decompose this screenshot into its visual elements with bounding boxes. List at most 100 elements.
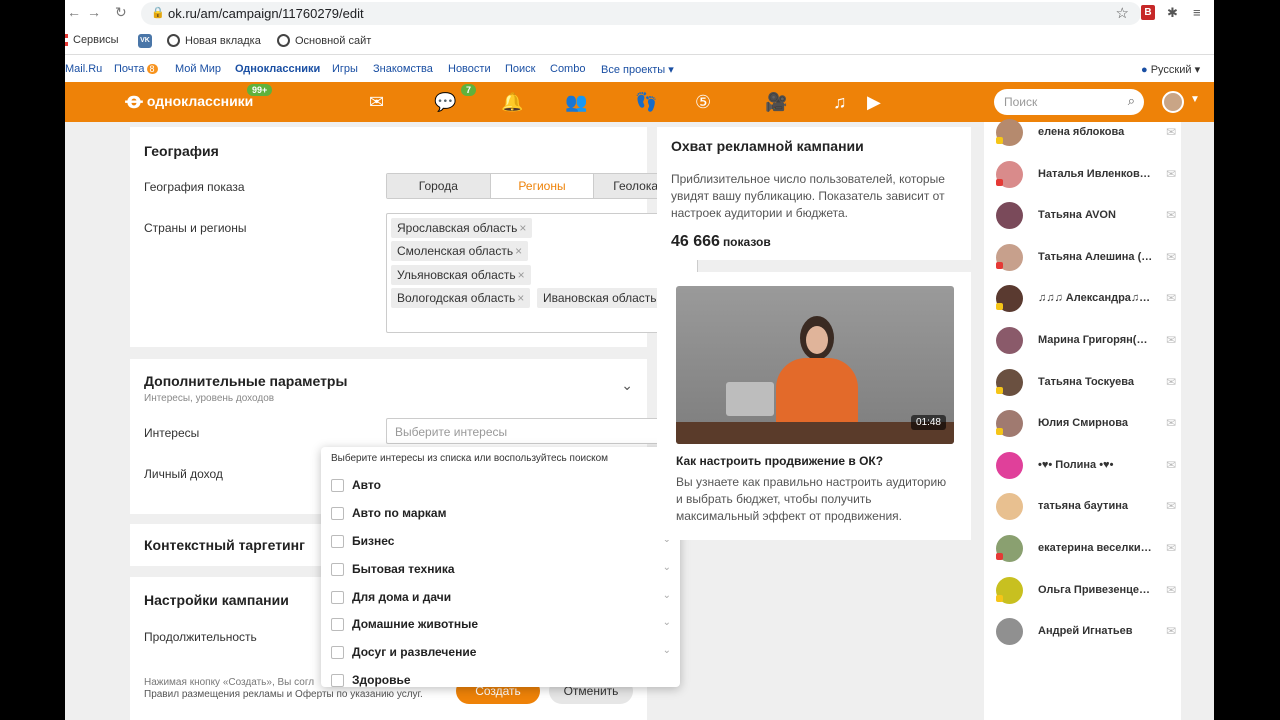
envelope-icon[interactable]: ✉ [1166,416,1176,430]
checkbox[interactable] [331,534,344,548]
back-icon[interactable]: ← [67,4,81,20]
checkbox[interactable] [331,673,344,687]
regions-select[interactable]: Ярославская область × Смоленская область ×… [386,213,698,333]
tutorial-video[interactable]: 01:48 [676,286,954,444]
envelope-icon[interactable]: ✉ [1166,375,1176,389]
portal-link-combo[interactable]: Combo [550,63,585,75]
friend-item[interactable]: Татьяна Алешина (Скворцова) ✉ [996,242,1176,272]
collapse-chevron-icon[interactable]: ⌄ [621,377,633,394]
discussions-icon[interactable]: 💬 [434,92,456,112]
chevron-down-icon[interactable]: ⌄ [663,590,671,601]
envelope-icon[interactable]: ✉ [1166,499,1176,513]
checkbox[interactable] [331,478,344,492]
bell-icon[interactable]: 🔔 [501,92,523,112]
portal-link-search[interactable]: Поиск [505,63,535,75]
chevron-down-icon[interactable]: ▼ [1190,94,1200,105]
portal-link-mail[interactable]: Почта 8 [114,63,158,75]
friend-name[interactable]: елена яблокова [1038,126,1153,138]
checkbox[interactable] [331,590,344,604]
friend-avatar[interactable] [996,327,1023,354]
friend-item[interactable]: ♫♫♫ Александра♫♫♫ ✉ [996,283,1176,313]
friend-name[interactable]: Марина Григорян(Алексанян) [1038,334,1153,346]
friend-name[interactable]: татьяна баутина [1038,500,1153,512]
bookmark-vk[interactable]: VK [138,34,152,48]
friend-name[interactable]: Татьяна Тоскуева [1038,376,1153,388]
search-icon[interactable]: ⌕ [1128,93,1135,109]
portal-link-my-world[interactable]: Мой Мир [175,63,221,75]
portal-link-news[interactable]: Новости [448,63,491,75]
friend-name[interactable]: Татьяна Алешина (Скворцова) [1038,251,1153,263]
interest-option[interactable]: Бизнес⌄ [331,531,671,551]
checkbox[interactable] [331,645,344,659]
address-bar[interactable]: 🔒 ok.ru/am/campaign/11760279/edit ☆ [141,2,1141,25]
friend-name[interactable]: Андрей Игнатьев [1038,625,1153,637]
portal-link-dating[interactable]: Знакомства [373,63,433,75]
friend-item[interactable]: Татьяна AVON ✉ [996,200,1176,230]
extension-b-icon[interactable]: B [1141,5,1155,20]
region-chip[interactable]: Вологодская область × [391,288,531,308]
extensions-puzzle-icon[interactable]: ✱ [1167,5,1178,21]
envelope-icon[interactable]: ✉ [1166,583,1176,597]
friend-avatar[interactable] [996,451,1023,479]
friend-name[interactable]: екатерина веселкина [1038,542,1153,554]
friend-item[interactable]: екатерина веселкина ✉ [996,533,1176,563]
portal-link-games[interactable]: Игры [332,63,358,75]
portal-link-ok[interactable]: Одноклассники [235,63,320,75]
interest-option[interactable]: Авто по маркам⌄ [331,503,671,523]
friend-avatar[interactable] [996,618,1023,646]
region-chip[interactable]: Ульяновская область × [391,265,531,285]
envelope-icon[interactable]: ✉ [1166,250,1176,264]
friend-item[interactable]: •♥• Полина •♥• ✉ [996,450,1176,480]
bookmark-main-site[interactable]: Основной сайт [277,34,371,47]
envelope-icon[interactable]: ✉ [1166,125,1176,139]
checkbox[interactable] [331,617,344,631]
remove-icon[interactable]: × [515,244,522,258]
checkbox[interactable] [331,506,344,520]
checkbox[interactable] [331,562,344,576]
interests-input[interactable]: Выберите интересы ▽ [386,418,698,444]
interest-option[interactable]: Авто⌄ [331,475,671,495]
interest-option[interactable]: Здоровье [331,670,671,687]
envelope-icon[interactable]: ✉ [1166,458,1176,472]
forward-icon[interactable]: → [87,4,101,20]
tab-cities[interactable]: Города [387,174,491,198]
ratings-icon[interactable]: ⑤ [695,92,711,112]
bookmark-star-icon[interactable]: ☆ [1116,4,1129,22]
ok-search-input[interactable]: Поиск ⌕ [994,89,1144,115]
region-chip[interactable]: Смоленская область × [391,241,529,261]
video-title[interactable]: Как настроить продвижение в ОК? [676,454,883,468]
portal-link-mailru[interactable]: Mail.Ru [65,63,102,75]
music-icon[interactable]: ♫ [833,92,847,112]
friend-item[interactable]: Марина Григорян(Алексанян) ✉ [996,325,1176,355]
friend-item[interactable]: Андрей Игнатьев ✉ [996,616,1176,646]
chevron-down-icon[interactable]: ⌄ [663,645,671,656]
envelope-icon[interactable]: ✉ [1166,208,1176,222]
bookmark-new-tab[interactable]: Новая вкладка [167,34,261,47]
envelope-icon[interactable]: ✉ [1166,333,1176,347]
guests-icon[interactable]: 👣 [635,92,657,112]
friend-name[interactable]: •♥• Полина •♥• [1038,459,1153,471]
friend-item[interactable]: татьяна баутина ✉ [996,491,1176,521]
friend-name[interactable]: Наталья Ивленкова (Ворсулева) [1038,168,1153,180]
friend-name[interactable]: Юлия Смирнова [1038,417,1153,429]
user-avatar[interactable] [1162,91,1184,113]
remove-icon[interactable]: × [518,268,525,282]
friend-name[interactable]: Ольга Привезенцева (Лысенко) [1038,584,1153,596]
friends-icon[interactable]: 👥 [565,92,587,112]
friend-item[interactable]: Наталья Ивленкова (Ворсулева) ✉ [996,159,1176,189]
bookmark-services[interactable]: Сервисы [65,34,119,46]
region-chip[interactable]: Ярославская область × [391,218,533,238]
chevron-down-icon[interactable]: ⌄ [663,617,671,628]
envelope-icon[interactable]: ✉ [1166,291,1176,305]
remove-icon[interactable]: × [519,221,526,235]
envelope-icon[interactable]: ✉ [1166,624,1176,638]
remove-icon[interactable]: × [517,291,524,305]
tab-regions[interactable]: Регионы [490,174,595,198]
friend-avatar[interactable] [996,202,1023,230]
envelope-icon[interactable]: ✉ [1166,541,1176,555]
friend-item[interactable]: Юлия Смирнова ✉ [996,408,1176,438]
region-chip[interactable]: Ивановская область× [537,288,672,308]
friend-name[interactable]: Татьяна AVON [1038,209,1153,221]
portal-link-all-projects[interactable]: Все проекты ▾ [601,63,674,76]
messages-icon[interactable]: ✉ [369,92,384,112]
